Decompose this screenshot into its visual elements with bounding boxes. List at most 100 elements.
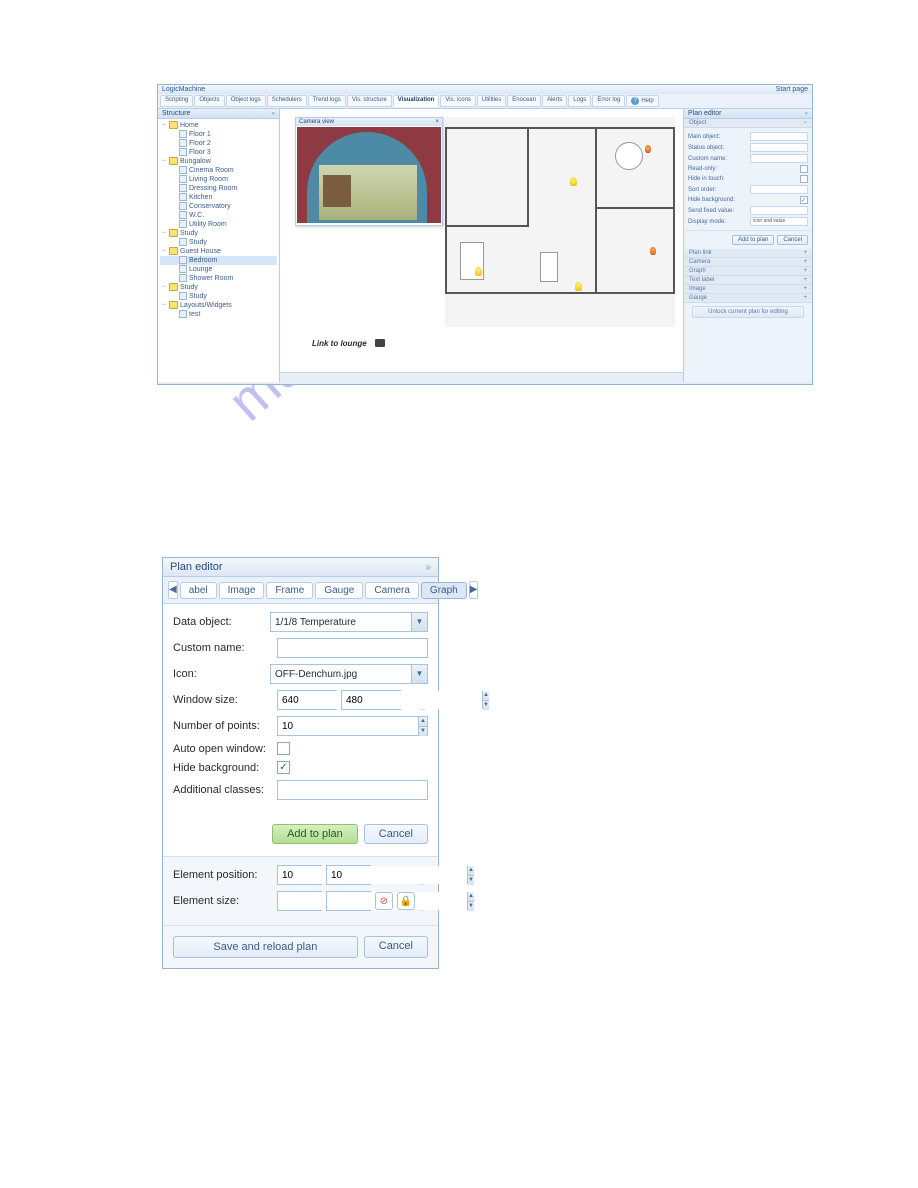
tree-item[interactable]: Study bbox=[160, 292, 277, 301]
property-control[interactable] bbox=[750, 185, 808, 194]
tree-toggle-icon[interactable]: − bbox=[160, 284, 167, 290]
tab-visualization[interactable]: Visualization bbox=[393, 95, 440, 107]
tree-item[interactable]: Conservatory bbox=[160, 202, 277, 211]
tab-object-logs[interactable]: Object logs bbox=[226, 95, 266, 107]
spinner-up-icon[interactable]: ▲ bbox=[483, 691, 489, 701]
size-h-spinner[interactable]: ▲▼ bbox=[326, 891, 371, 911]
tree-item[interactable]: W.C. bbox=[160, 211, 277, 220]
spinner-down-icon[interactable]: ▼ bbox=[419, 727, 427, 736]
tree-item[interactable]: Floor 2 bbox=[160, 139, 277, 148]
close-icon[interactable]: × bbox=[435, 119, 439, 125]
property-control[interactable] bbox=[750, 132, 808, 141]
accordion-header[interactable]: Gauge+ bbox=[684, 294, 812, 303]
tab-alerts[interactable]: Alerts bbox=[542, 95, 567, 107]
tab-gauge[interactable]: Gauge bbox=[315, 582, 363, 599]
tree-toggle-icon[interactable]: − bbox=[160, 158, 167, 164]
tree-item[interactable]: Shower Room bbox=[160, 274, 277, 283]
window-width-spinner[interactable]: ▲▼ bbox=[277, 690, 337, 710]
tab-vis-icons[interactable]: Vis. icons bbox=[440, 95, 476, 107]
spinner-up-icon[interactable]: ▲ bbox=[468, 892, 474, 902]
tree-toggle-icon[interactable]: − bbox=[160, 230, 167, 236]
heat-icon[interactable] bbox=[645, 145, 651, 153]
spinner-down-icon[interactable]: ▼ bbox=[483, 701, 489, 710]
tab-image[interactable]: Image bbox=[219, 582, 265, 599]
tree-item[interactable]: −Study bbox=[160, 229, 277, 238]
chevron-down-icon[interactable]: ▼ bbox=[411, 665, 427, 683]
unlock-plan-button[interactable]: Unlock current plan for editing bbox=[692, 306, 804, 318]
lock-button[interactable]: 🔒 bbox=[397, 892, 415, 910]
tree-toggle-icon[interactable]: − bbox=[160, 122, 167, 128]
bulb-icon[interactable] bbox=[570, 177, 577, 186]
additional-classes-input[interactable] bbox=[277, 780, 428, 800]
num-points-spinner[interactable]: ▲▼ bbox=[277, 716, 428, 736]
spinner-down-icon[interactable]: ▼ bbox=[468, 902, 474, 911]
tree-item[interactable]: Utility Room bbox=[160, 220, 277, 229]
save-reload-button[interactable]: Save and reload plan bbox=[173, 936, 358, 958]
tab-frame[interactable]: Frame bbox=[266, 582, 313, 599]
bulb-icon[interactable] bbox=[575, 282, 582, 291]
scroll-left-button[interactable]: ◀ bbox=[168, 581, 178, 599]
scroll-right-button[interactable]: ▶ bbox=[469, 581, 479, 599]
position-y-spinner[interactable]: ▲▼ bbox=[326, 865, 371, 885]
start-page-link[interactable]: Start page bbox=[776, 86, 808, 93]
chevron-down-icon[interactable]: ▼ bbox=[411, 613, 427, 631]
tab-utilities[interactable]: Utilities bbox=[477, 95, 506, 107]
accordion-header[interactable]: Text label+ bbox=[684, 276, 812, 285]
tab-scripting[interactable]: Scripting bbox=[160, 95, 193, 107]
property-control[interactable] bbox=[750, 143, 808, 152]
tab-error-log[interactable]: Error log bbox=[592, 95, 625, 107]
object-section-header[interactable]: Object− bbox=[684, 119, 812, 128]
hide-bg-checkbox[interactable]: ✓ bbox=[277, 761, 290, 774]
tree-item[interactable]: −Guest House bbox=[160, 247, 277, 256]
add-to-plan-button[interactable]: Add to plan bbox=[732, 235, 774, 245]
tree-item[interactable]: Floor 3 bbox=[160, 148, 277, 157]
custom-name-input[interactable] bbox=[277, 638, 428, 658]
delete-button[interactable]: ⊘ bbox=[375, 892, 393, 910]
floorplan-canvas[interactable]: Camera view × bbox=[280, 109, 684, 382]
property-control[interactable] bbox=[750, 206, 808, 215]
icon-input[interactable] bbox=[271, 665, 411, 683]
collapse-icon[interactable]: » bbox=[805, 111, 808, 117]
accordion-header[interactable]: Plan link+ bbox=[684, 249, 812, 258]
tree-item[interactable]: −Layouts/Widgets bbox=[160, 301, 277, 310]
bulb-icon[interactable] bbox=[475, 267, 482, 276]
property-control[interactable]: icon and value bbox=[750, 217, 808, 226]
tab-trend-logs[interactable]: Trend logs bbox=[308, 95, 346, 107]
collapse-icon[interactable]: « bbox=[272, 111, 275, 117]
cancel-button[interactable]: Cancel bbox=[364, 824, 428, 844]
spinner-up-icon[interactable]: ▲ bbox=[419, 717, 427, 727]
auto-open-checkbox[interactable] bbox=[277, 742, 290, 755]
size-w-spinner[interactable]: ▲▼ bbox=[277, 891, 322, 911]
spinner-up-icon[interactable]: ▲ bbox=[468, 866, 474, 876]
tab-objects[interactable]: Objects bbox=[194, 95, 224, 107]
horizontal-scrollbar[interactable] bbox=[280, 372, 683, 382]
window-height-input[interactable] bbox=[342, 691, 482, 709]
accordion-header[interactable]: Camera+ bbox=[684, 258, 812, 267]
tree-item[interactable]: −Bungalow bbox=[160, 157, 277, 166]
spinner-down-icon[interactable]: ▼ bbox=[468, 876, 474, 885]
tree-item[interactable]: test bbox=[160, 310, 277, 319]
num-points-input[interactable] bbox=[278, 717, 418, 735]
collapse-icon[interactable]: » bbox=[425, 562, 431, 573]
property-checkbox[interactable] bbox=[800, 165, 808, 173]
tree-item[interactable]: −Home bbox=[160, 121, 277, 130]
tab-schedulers[interactable]: Schedulers bbox=[267, 95, 307, 107]
tab-label[interactable]: abel bbox=[180, 582, 217, 599]
cancel-button[interactable]: Cancel bbox=[364, 936, 428, 958]
tree-item[interactable]: Kitchen bbox=[160, 193, 277, 202]
tree-item[interactable]: Dressing Room bbox=[160, 184, 277, 193]
position-y-input[interactable] bbox=[327, 866, 467, 884]
tab-logs[interactable]: Logs bbox=[568, 95, 591, 107]
property-checkbox[interactable] bbox=[800, 175, 808, 183]
tab-enocean[interactable]: Enocean bbox=[507, 95, 541, 107]
add-to-plan-button[interactable]: Add to plan bbox=[272, 824, 358, 844]
property-control[interactable] bbox=[750, 154, 808, 163]
tree-toggle-icon[interactable]: − bbox=[160, 302, 167, 308]
data-object-combo[interactable]: ▼ bbox=[270, 612, 428, 632]
cancel-button[interactable]: Cancel bbox=[777, 235, 808, 245]
camera-view-window[interactable]: Camera view × bbox=[295, 117, 443, 226]
window-height-spinner[interactable]: ▲▼ bbox=[341, 690, 401, 710]
data-object-input[interactable] bbox=[271, 613, 411, 631]
tree-item[interactable]: −Study bbox=[160, 283, 277, 292]
tree-item[interactable]: Cinema Room bbox=[160, 166, 277, 175]
